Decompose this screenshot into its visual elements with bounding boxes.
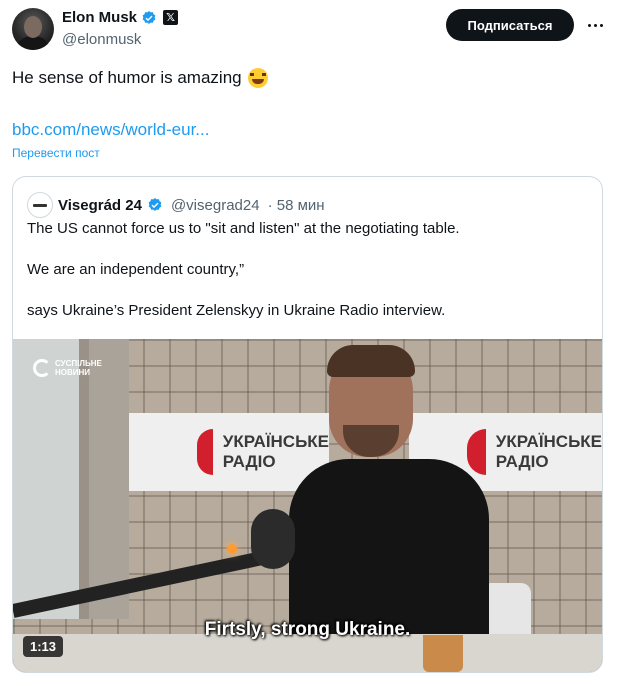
quoted-post-header: Visegrád 24 @visegrad24 · 58 мин [27, 192, 325, 218]
more-horizontal-icon[interactable] [584, 14, 606, 36]
translate-post-link[interactable]: Перевести пост [12, 146, 100, 160]
verified-icon [148, 198, 162, 211]
studio-window [13, 339, 89, 619]
video-duration-badge: 1:13 [23, 636, 64, 657]
tweet-text-row: He sense of humor is amazing [12, 68, 268, 88]
studio-panel [89, 339, 129, 619]
tweet-link[interactable]: bbc.com/news/world-eur... [12, 120, 209, 140]
avatar-body-shape [18, 36, 48, 50]
quoted-post-time: · 58 мин [267, 196, 325, 214]
author-handle[interactable]: @elonmusk [62, 31, 141, 48]
author-name[interactable]: Elon Musk [62, 9, 137, 26]
radio-logo-icon [197, 429, 213, 475]
verified-icon [142, 10, 156, 24]
radio-banner-left: УКРАЇНСЬКЕ РАДІО [129, 413, 329, 491]
tears-of-joy-emoji-icon [247, 68, 268, 88]
channel-logo-icon [33, 359, 51, 377]
radio-logo-icon [467, 429, 486, 475]
microphone-light [227, 544, 237, 554]
video-player[interactable]: УКРАЇНСЬКЕ РАДІО УКРАЇНСЬКЕ РАДІО СУСПІЛ… [13, 339, 602, 672]
author-avatar[interactable] [12, 8, 54, 50]
post-header: Elon Musk 𝕏 @elonmusk Подписаться [0, 0, 620, 60]
x-affiliation-icon: 𝕏 [163, 10, 179, 25]
channel-logo: СУСПІЛЬНЕ НОВИНИ [33, 359, 102, 377]
channel-logo-text: СУСПІЛЬНЕ НОВИНИ [55, 359, 102, 377]
quoted-text-line: The US cannot force us to "sit and liste… [27, 220, 460, 237]
quoted-text-line: We are an independent country,” [27, 261, 245, 278]
speaker-hair [327, 345, 415, 377]
video-subtitle: Firtsly, strong Ukraine. [204, 619, 411, 640]
quoted-author-handle[interactable]: @visegrad24 [171, 197, 260, 214]
quoted-author-avatar[interactable] [27, 192, 53, 218]
quoted-post-card[interactable]: Visegrád 24 @visegrad24 · 58 мин The US … [12, 176, 603, 673]
author-name-row: Elon Musk 𝕏 [62, 9, 179, 26]
radio-banner-label: УКРАЇНСЬКЕ РАДІО [495, 432, 602, 471]
quoted-text-line: says Ukraine’s President Zelenskyy in Uk… [27, 302, 446, 319]
radio-banner-label: УКРАЇНСЬКЕ РАДІО [222, 432, 329, 471]
microphone-icon [251, 509, 295, 569]
tweet-text: He sense of humor is amazing [12, 68, 242, 87]
avatar-face-shape [24, 16, 42, 38]
quoted-author-name[interactable]: Visegrád 24 [58, 197, 142, 214]
subscribe-button[interactable]: Подписаться [446, 9, 574, 41]
